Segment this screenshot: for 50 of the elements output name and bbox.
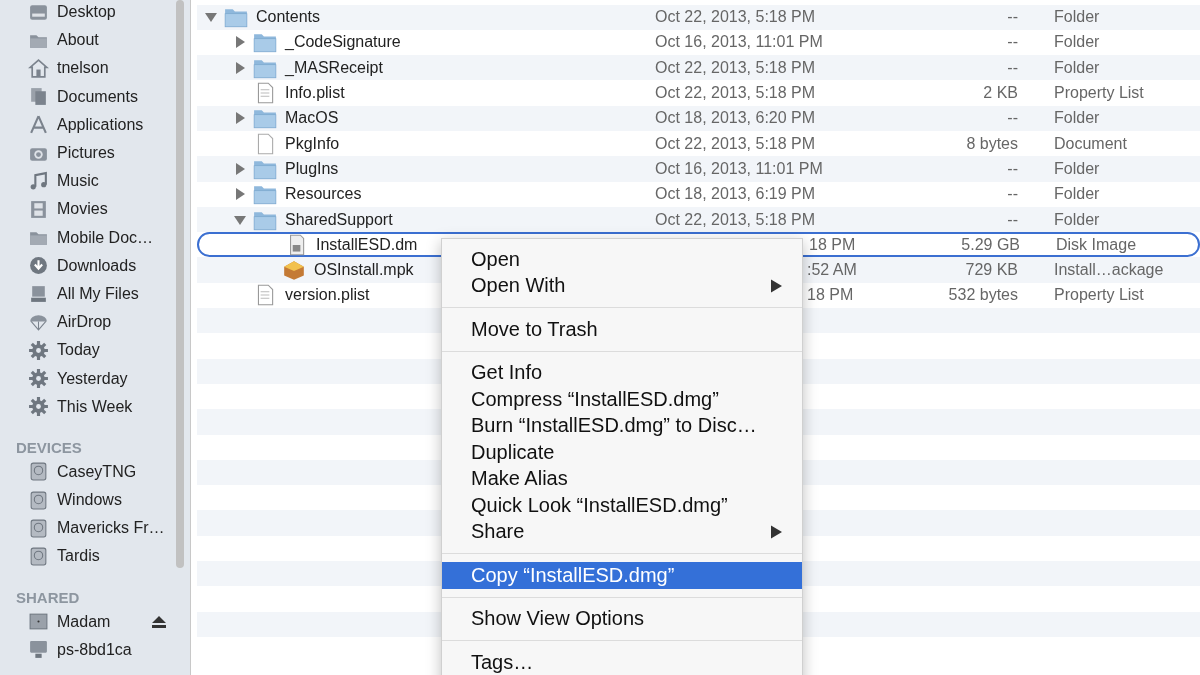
file-size: 5.29 GB [961,235,1020,253]
date-modified: Oct 16, 2013, 11:01 PM [655,33,823,51]
date-modified: Oct 22, 2013, 5:18 PM [655,8,816,26]
date-modified: Oct 18, 2013, 6:20 PM [655,109,816,127]
file-kind: Disk Image [1056,235,1137,253]
file-name: Resources [285,185,362,204]
file-name: MacOS [285,109,339,128]
file-name: SharedSupport [285,210,393,229]
file-size: -- [1007,33,1018,51]
sidebar-section-title: DEVICES [15,437,83,458]
file-size: -- [1007,58,1018,76]
date-modified: 18 PM [809,235,856,253]
file-kind: Folder [1054,33,1100,51]
file-name: _CodeSignature [285,33,401,52]
date-modified: :52 AM [807,261,857,279]
file-name: PlugIns [285,159,339,178]
file-kind: Folder [1054,210,1100,228]
date-modified: 18 PM [807,286,854,304]
date-modified: Oct 22, 2013, 5:18 PM [655,58,816,76]
file-size: 532 bytes [948,286,1018,304]
file-size: 8 bytes [966,134,1018,152]
file-size: 729 KB [965,261,1018,279]
file-kind: Property List [1054,84,1144,102]
file-kind: Install…ackage [1054,261,1164,279]
date-modified: Oct 22, 2013, 5:18 PM [655,210,816,228]
file-name: InstallESD.dm [316,235,418,254]
file-size: -- [1007,8,1018,26]
file-size: -- [1007,159,1018,177]
sidebar-section-title: SHARED [15,587,81,608]
file-kind: Folder [1054,58,1100,76]
file-name: OSInstall.mpk [314,261,414,280]
file-size: 2 KB [983,84,1018,102]
file-kind: Folder [1054,8,1100,26]
file-size: -- [1007,109,1018,127]
file-kind: Document [1054,134,1127,152]
date-modified: Oct 18, 2013, 6:19 PM [655,185,816,203]
file-name: Contents [256,8,321,27]
file-name: _MASReceipt [285,58,383,77]
file-name: PkgInfo [285,134,340,153]
file-name: version.plist [285,286,370,305]
file-size: -- [1007,185,1018,203]
date-modified: Oct 22, 2013, 5:18 PM [655,134,816,152]
file-kind: Property List [1054,286,1144,304]
date-modified: Oct 16, 2013, 11:01 PM [655,159,823,177]
file-kind: Folder [1054,109,1100,127]
file-kind: Folder [1054,159,1100,177]
file-size: -- [1007,210,1018,228]
date-modified: Oct 22, 2013, 5:18 PM [655,84,816,102]
file-name: Info.plist [285,84,345,103]
file-kind: Folder [1054,185,1100,203]
